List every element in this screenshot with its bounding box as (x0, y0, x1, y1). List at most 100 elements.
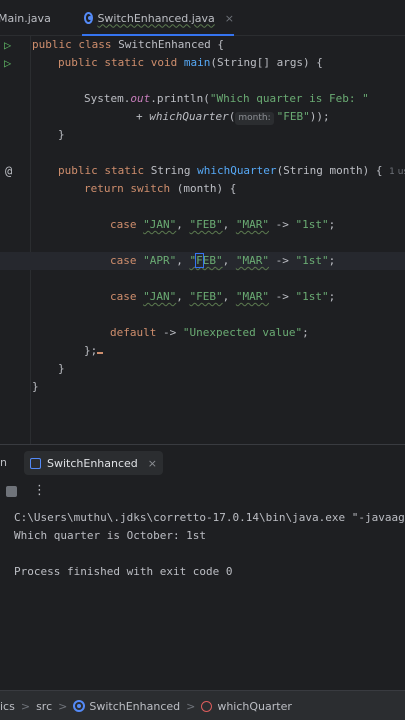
keyword: case (110, 290, 144, 303)
string-literal: "JAN" (143, 290, 177, 303)
method-params: (String[] args) { (210, 56, 323, 69)
code-editor[interactable]: ▷ ▷ @ public class SwitchEnhanced { publ… (0, 36, 405, 444)
string-literal: "FEB" (276, 110, 310, 123)
tab-main-java[interactable]: Main.java (0, 0, 51, 36)
tab-main-label: Main.java (0, 11, 51, 25)
string-literal: "FEB" (189, 290, 223, 303)
keyword: return switch (84, 182, 177, 195)
close-run-tab-icon[interactable]: × (148, 457, 157, 470)
semicolon: ; (328, 290, 336, 303)
text-cursor (97, 352, 104, 354)
run-tool-window-header: n SwitchEnhanced × (0, 444, 405, 480)
code-line-close-method: } (58, 360, 405, 378)
breadcrumb-separator: > (186, 699, 196, 713)
comma: , (222, 290, 236, 303)
string-literal: "Which quarter is Feb: " (209, 92, 369, 105)
console-command-line: C:\Users\muthu\.jdks\corretto-17.0.14\bi… (14, 511, 405, 524)
implements-icon[interactable]: @ (5, 162, 12, 180)
semicolon: ; (328, 254, 336, 267)
text-cursor-selection: F (195, 253, 204, 268)
keyword: default (110, 326, 157, 339)
code-text: + (136, 110, 150, 123)
code-line-close-switch: }; (84, 342, 405, 360)
console-exit-message: Process finished with exit code 0 (14, 565, 233, 578)
method-name: main (183, 56, 211, 69)
tab-active-label: SwitchEnhanced.java (97, 11, 215, 25)
code-text: System. (84, 92, 131, 105)
string-literal: "1st" (295, 218, 329, 231)
breadcrumb-separator: > (20, 699, 31, 713)
run-tab-switch-enhanced[interactable]: SwitchEnhanced × (24, 451, 163, 475)
code-text: ( (228, 110, 236, 123)
keyword: public static (58, 164, 151, 177)
string-literal: "MAR" (235, 218, 269, 231)
string-literal: "Unexpected value" (182, 326, 303, 339)
console-output[interactable]: C:\Users\muthu\.jdks\corretto-17.0.14\bi… (0, 504, 405, 688)
brace: } (58, 362, 65, 375)
keyword: public static void (58, 56, 184, 69)
code-line-case-2: case "APR", "FEB", "MAR" -> "1st"; (0, 252, 405, 270)
semicolon: ; (328, 218, 336, 231)
type-name: String (150, 164, 198, 177)
console-program-output: Which quarter is October: 1st (14, 529, 207, 542)
java-class-icon (84, 12, 94, 24)
code-text: .println( (150, 92, 210, 105)
field-name: out (130, 92, 151, 105)
tab-switch-enhanced-java[interactable]: SwitchEnhanced.java × (82, 0, 234, 36)
string-literal: "1st" (295, 290, 329, 303)
code-text: (month) { (176, 182, 237, 195)
breadcrumb-label: ics (0, 699, 15, 713)
string-literal: "FEB" (190, 253, 223, 268)
code-line-6: } (58, 126, 405, 144)
method-params: (String month) { (276, 164, 383, 177)
comma: , (176, 254, 190, 267)
breadcrumb-label: src (36, 699, 53, 713)
semicolon: ; (302, 326, 309, 339)
code-line-2: public static void main(String[] args) { (58, 54, 405, 72)
stop-icon[interactable] (6, 486, 17, 497)
string-literal: "APR" (143, 254, 177, 267)
keyword: case (110, 254, 144, 267)
code-line-8: public static String whichQuarter(String… (58, 162, 405, 180)
brace: }; (84, 344, 98, 357)
string-literal: "JAN" (143, 218, 177, 231)
close-tab-icon[interactable]: × (225, 12, 234, 25)
code-line-case-3: case "JAN", "FEB", "MAR" -> "1st"; (110, 288, 405, 306)
usages-hint[interactable]: 1 us (389, 167, 405, 177)
brace: } (58, 128, 65, 141)
breadcrumb-separator: > (58, 699, 68, 713)
run-window-label: n (0, 456, 7, 469)
breadcrumb-item-project[interactable]: ics > src > SwitchEnhanced > whichQuarte… (0, 691, 292, 720)
arrow: -> (269, 218, 296, 231)
code-line-9: return switch (month) { (84, 180, 405, 198)
run-config-icon (30, 457, 41, 469)
method-call: whichQuarter (149, 110, 229, 123)
run-toolbar: ⋮ (0, 480, 405, 504)
string-literal: "FEB" (189, 218, 223, 231)
brace: } (32, 380, 39, 393)
run-class-icon[interactable]: ▷ (4, 36, 11, 54)
method-icon (201, 700, 213, 712)
comma: , (176, 218, 190, 231)
comma: , (176, 290, 190, 303)
breadcrumb-label: whichQuarter (217, 699, 292, 713)
parameter-hint: month: (235, 112, 274, 125)
comma: , (222, 254, 236, 267)
editor-tab-bar: Main.java SwitchEnhanced.java × (0, 0, 405, 36)
method-name: whichQuarter (197, 164, 277, 177)
keyword: case (110, 218, 144, 231)
arrow: -> (269, 290, 296, 303)
code-line-close-class: } (32, 378, 405, 396)
java-class-icon (73, 700, 86, 712)
string-literal: "MAR" (235, 254, 269, 267)
comma: , (222, 218, 236, 231)
code-line-4: System.out.println("Which quarter is Feb… (84, 90, 405, 108)
more-options-icon[interactable]: ⋮ (33, 483, 46, 499)
code-text: )); (309, 110, 330, 123)
string-rest: EB" (202, 254, 223, 267)
code-line-1: public class SwitchEnhanced { (32, 36, 405, 54)
arrow: -> (156, 326, 183, 339)
run-main-icon[interactable]: ▷ (4, 54, 11, 72)
code-line-5: + whichQuarter(month: "FEB")); (136, 108, 405, 126)
breadcrumb-label: SwitchEnhanced (89, 699, 181, 713)
